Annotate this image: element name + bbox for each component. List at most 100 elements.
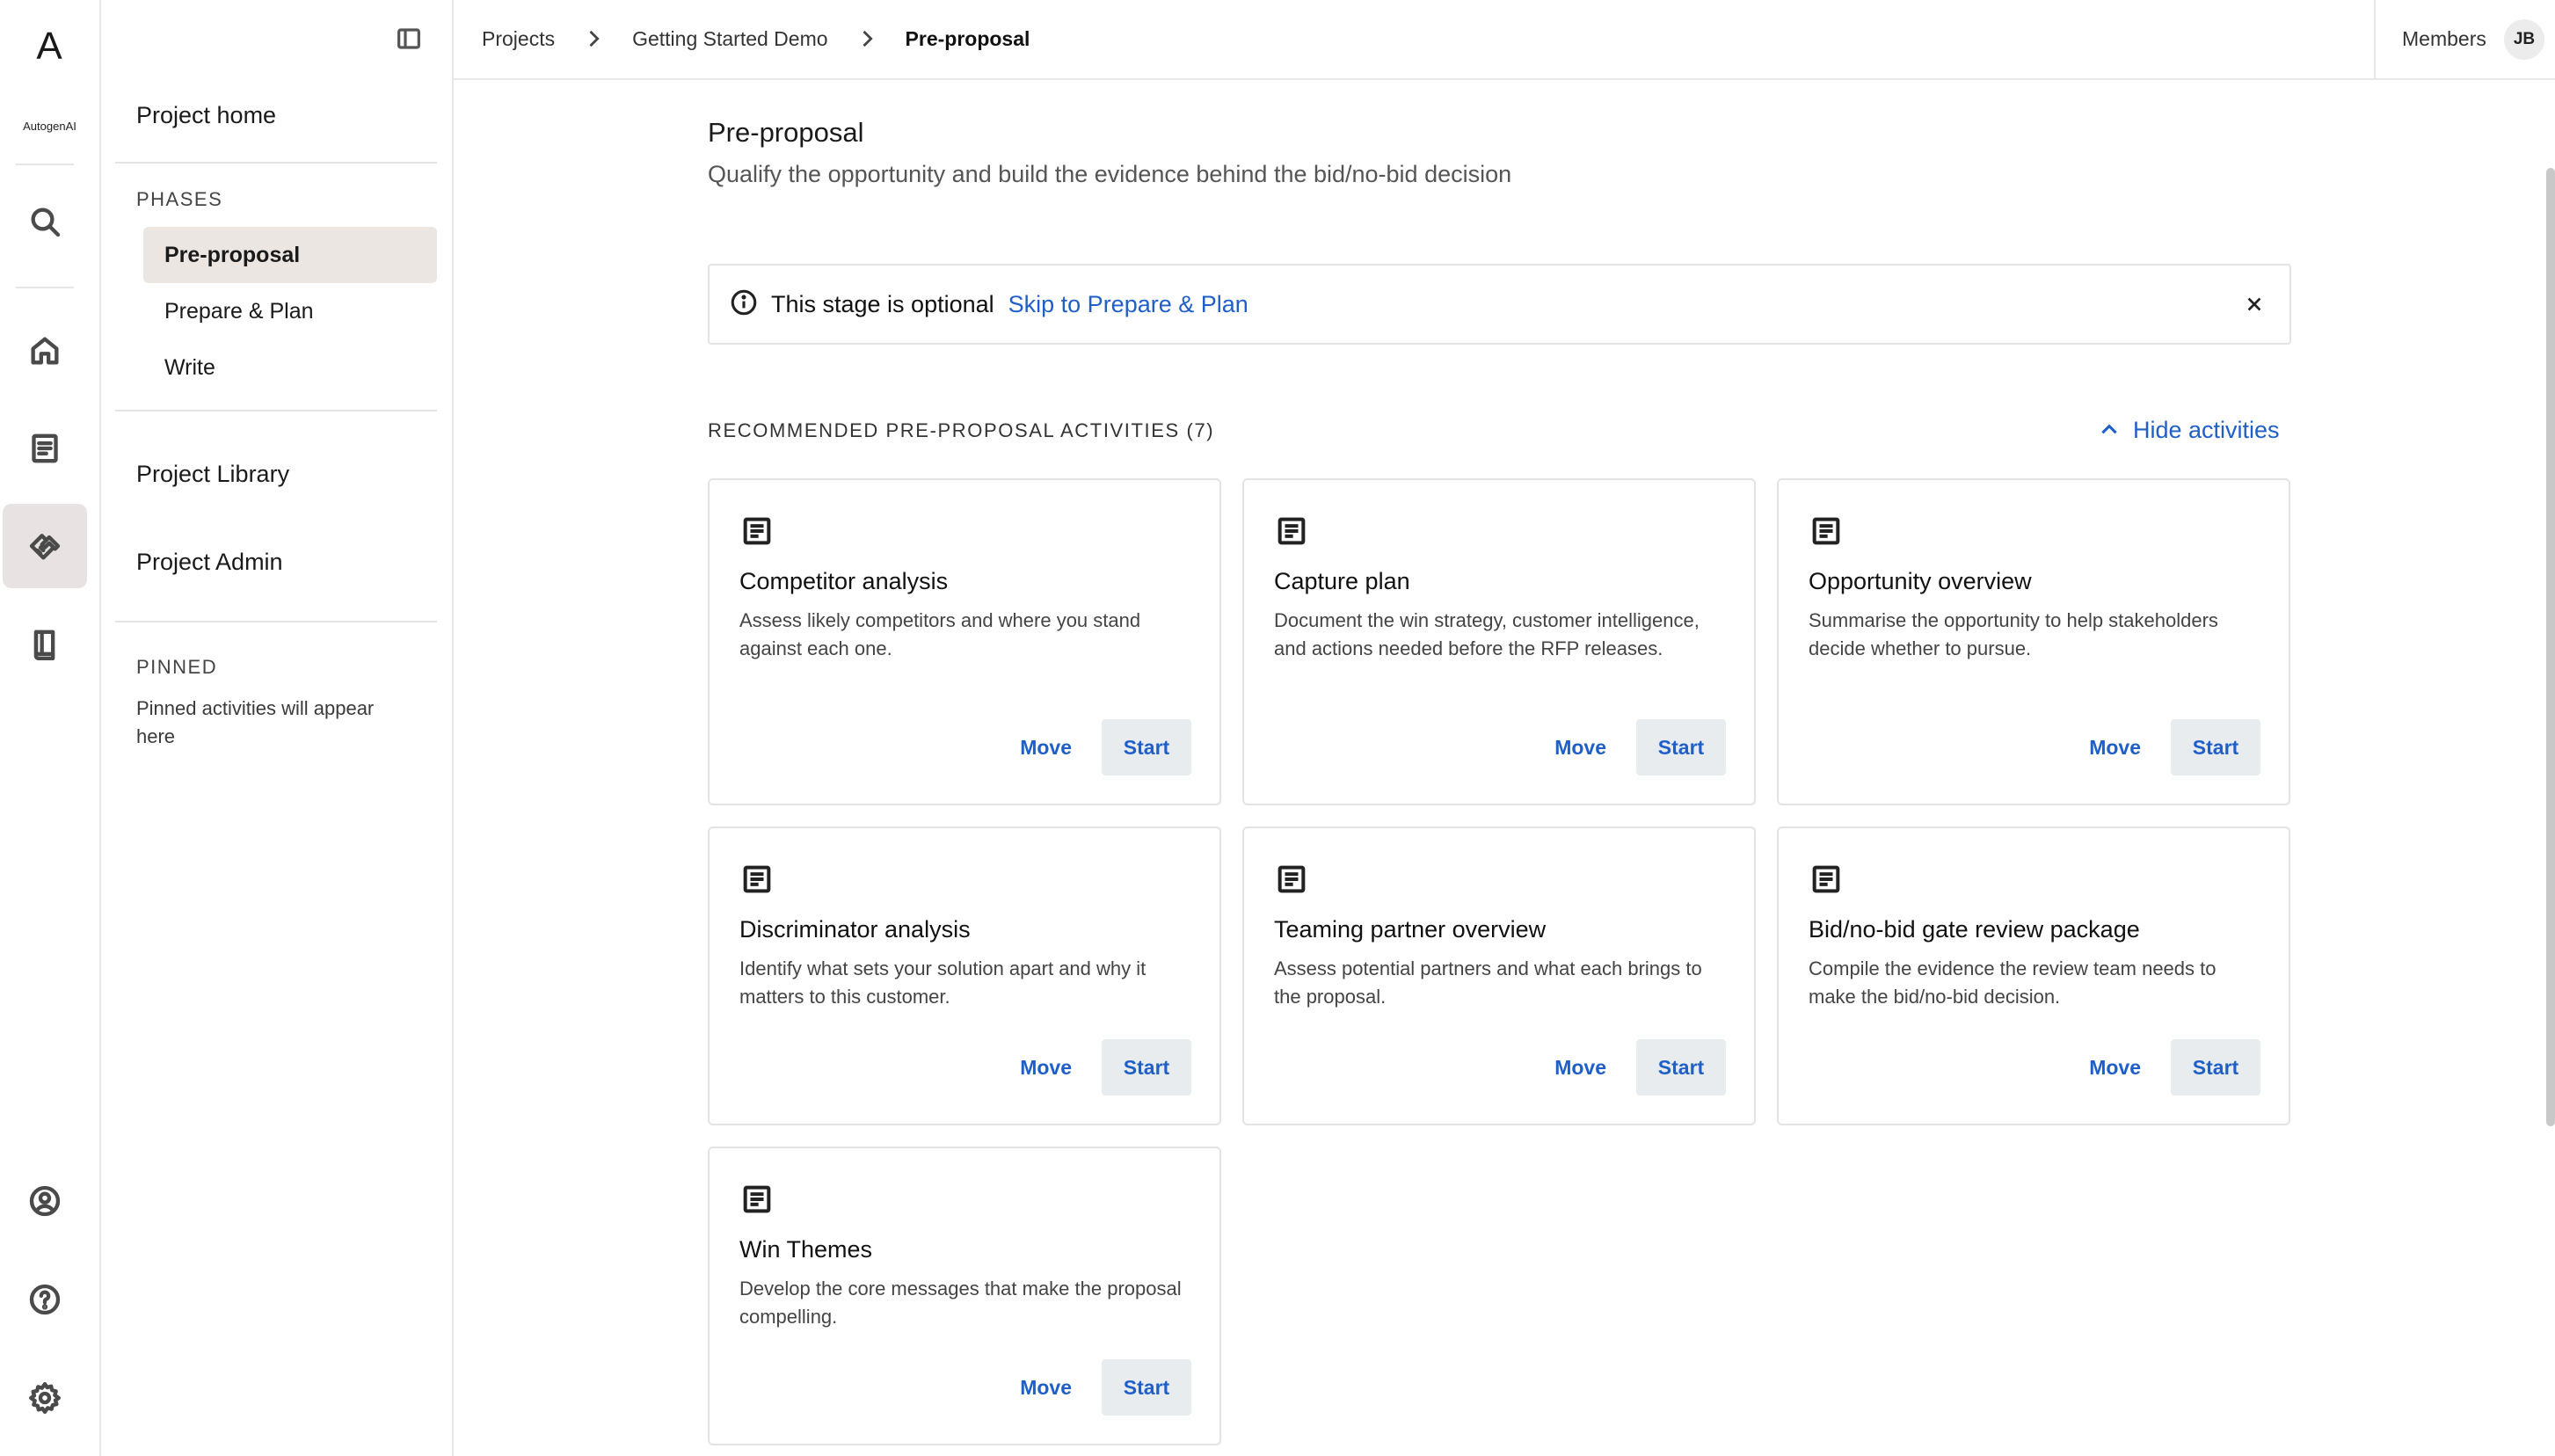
nav-project-home[interactable]: Project home bbox=[136, 102, 276, 129]
start-button[interactable]: Start bbox=[1102, 1359, 1191, 1416]
activity-card: Bid/no-bid gate review package Compile t… bbox=[1777, 826, 2290, 1125]
chevron-up-icon bbox=[2101, 424, 2117, 434]
activity-title: Teaming partner overview bbox=[1274, 916, 1547, 943]
phase-pre-proposal[interactable]: Pre-proposal bbox=[143, 227, 437, 283]
activity-title: Opportunity overview bbox=[1809, 568, 2032, 594]
help-icon bbox=[29, 1284, 61, 1315]
chevron-right-icon bbox=[855, 26, 879, 51]
activity-description: Document the win strategy, customer inte… bbox=[1274, 609, 1700, 659]
document-icon bbox=[1809, 513, 1844, 549]
activity-description: Summarise the opportunity to help stakeh… bbox=[1809, 609, 2218, 659]
profile-button[interactable] bbox=[3, 1159, 87, 1243]
search-button[interactable] bbox=[3, 179, 87, 264]
activity-title: Bid/no-bid gate review package bbox=[1809, 916, 2140, 943]
rail-divider bbox=[16, 164, 74, 165]
sidebar-divider bbox=[115, 621, 437, 622]
scrollbar[interactable] bbox=[2546, 168, 2555, 1126]
activity-title: Competitor analysis bbox=[739, 568, 949, 594]
activity-card: Capture plan Document the win strategy, … bbox=[1242, 478, 1756, 805]
document-icon bbox=[32, 433, 58, 463]
main-content: Pre-proposal Qualify the opportunity and… bbox=[454, 80, 2555, 1456]
help-button[interactable] bbox=[3, 1257, 87, 1342]
nav-project-admin[interactable]: Project Admin bbox=[136, 549, 283, 576]
document-icon bbox=[1809, 862, 1844, 897]
projects-button[interactable] bbox=[3, 504, 87, 588]
document-icon bbox=[739, 513, 775, 549]
move-button[interactable]: Move bbox=[2075, 719, 2155, 775]
document-icon bbox=[1274, 513, 1309, 549]
activity-card: Competitor analysis Assess likely compet… bbox=[708, 478, 1221, 805]
hide-activities-label: Hide activities bbox=[2133, 416, 2280, 443]
move-button[interactable]: Move bbox=[1540, 1039, 1620, 1096]
rail-divider bbox=[16, 287, 74, 288]
pinned-heading: PINNED bbox=[136, 656, 218, 678]
activity-title: Capture plan bbox=[1274, 568, 1410, 594]
page-title: Pre-proposal bbox=[708, 117, 864, 148]
move-button[interactable]: Move bbox=[1006, 1039, 1086, 1096]
breadcrumb-current: Pre-proposal bbox=[905, 26, 1030, 50]
activity-description: Identify what sets your solution apart a… bbox=[739, 957, 1146, 1008]
skip-link[interactable]: Skip to Prepare & Plan bbox=[1008, 291, 1248, 318]
nav-project-library[interactable]: Project Library bbox=[136, 461, 289, 488]
collapse-sidebar-button[interactable] bbox=[391, 21, 426, 56]
move-button[interactable]: Move bbox=[2075, 1039, 2155, 1096]
move-button[interactable]: Move bbox=[1006, 719, 1086, 775]
hide-activities-button[interactable]: Hide activities bbox=[2098, 414, 2280, 446]
icon-rail: A AutogenAI bbox=[0, 0, 101, 1456]
documents-button[interactable] bbox=[3, 406, 87, 491]
members-label: Members bbox=[2402, 27, 2486, 50]
start-button[interactable]: Start bbox=[2171, 1039, 2260, 1096]
phases-heading: PHASES bbox=[136, 188, 223, 210]
sidebar-divider bbox=[115, 162, 437, 164]
start-button[interactable]: Start bbox=[2171, 719, 2260, 775]
optional-stage-banner: This stage is optional Skip to Prepare &… bbox=[708, 264, 2291, 345]
document-icon bbox=[1274, 862, 1309, 897]
move-button[interactable]: Move bbox=[1540, 719, 1620, 775]
breadcrumb: Projects Getting Started Demo Pre-propos… bbox=[482, 0, 1030, 77]
close-banner-button[interactable] bbox=[2240, 290, 2268, 318]
breadcrumb-project[interactable]: Getting Started Demo bbox=[632, 27, 827, 51]
activity-description: Assess likely competitors and where you … bbox=[739, 609, 1141, 659]
sidebar-divider bbox=[115, 410, 437, 411]
home-icon bbox=[31, 337, 59, 365]
sidebar-toggle-icon bbox=[397, 28, 420, 49]
settings-button[interactable] bbox=[3, 1356, 87, 1440]
top-bar: Projects Getting Started Demo Pre-propos… bbox=[454, 0, 2555, 80]
gear-icon bbox=[29, 1382, 62, 1414]
info-icon bbox=[729, 288, 759, 322]
members-button[interactable]: Members JB bbox=[2374, 0, 2555, 78]
activity-title: Win Themes bbox=[739, 1236, 873, 1263]
logo-letter: A bbox=[36, 25, 63, 68]
banner-text: This stage is optional bbox=[771, 290, 994, 317]
start-button[interactable]: Start bbox=[1102, 719, 1191, 775]
logo-text: AutogenAI bbox=[23, 120, 76, 133]
avatar[interactable]: JB bbox=[2504, 19, 2544, 60]
user-circle-icon bbox=[29, 1185, 61, 1217]
activity-description: Develop the core messages that make the … bbox=[739, 1278, 1182, 1328]
library-button[interactable] bbox=[3, 602, 87, 687]
activity-card: Opportunity overview Summarise the oppor… bbox=[1777, 478, 2290, 805]
move-button[interactable]: Move bbox=[1006, 1359, 1086, 1416]
activity-description: Assess potential partners and what each … bbox=[1274, 957, 1702, 1008]
project-sidebar: Project home PHASES Pre-proposal Prepare… bbox=[101, 0, 454, 1456]
chevron-right-icon bbox=[581, 26, 606, 51]
activity-card: Teaming partner overview Assess potentia… bbox=[1242, 826, 1756, 1125]
breadcrumb-projects[interactable]: Projects bbox=[482, 27, 555, 51]
page-subtitle: Qualify the opportunity and build the ev… bbox=[708, 161, 1512, 187]
activity-card: Discriminator analysis Identify what set… bbox=[708, 826, 1221, 1125]
close-icon bbox=[2247, 297, 2261, 311]
activity-card: Win Themes Develop the core messages tha… bbox=[708, 1147, 1221, 1445]
phase-write[interactable]: Write bbox=[143, 339, 437, 396]
activities-heading: RECOMMENDED PRE-PROPOSAL ACTIVITIES (7) bbox=[708, 419, 1215, 441]
start-button[interactable]: Start bbox=[1636, 719, 1726, 775]
activity-title: Discriminator analysis bbox=[739, 916, 971, 943]
start-button[interactable]: Start bbox=[1636, 1039, 1726, 1096]
document-icon bbox=[739, 862, 775, 897]
pinned-empty-note: Pinned activities will appear here bbox=[136, 697, 375, 747]
home-button[interactable] bbox=[3, 309, 87, 393]
search-icon bbox=[31, 207, 61, 237]
library-icon bbox=[33, 630, 55, 660]
phase-prepare-plan[interactable]: Prepare & Plan bbox=[143, 283, 437, 339]
handshake-icon bbox=[29, 534, 61, 560]
start-button[interactable]: Start bbox=[1102, 1039, 1191, 1096]
